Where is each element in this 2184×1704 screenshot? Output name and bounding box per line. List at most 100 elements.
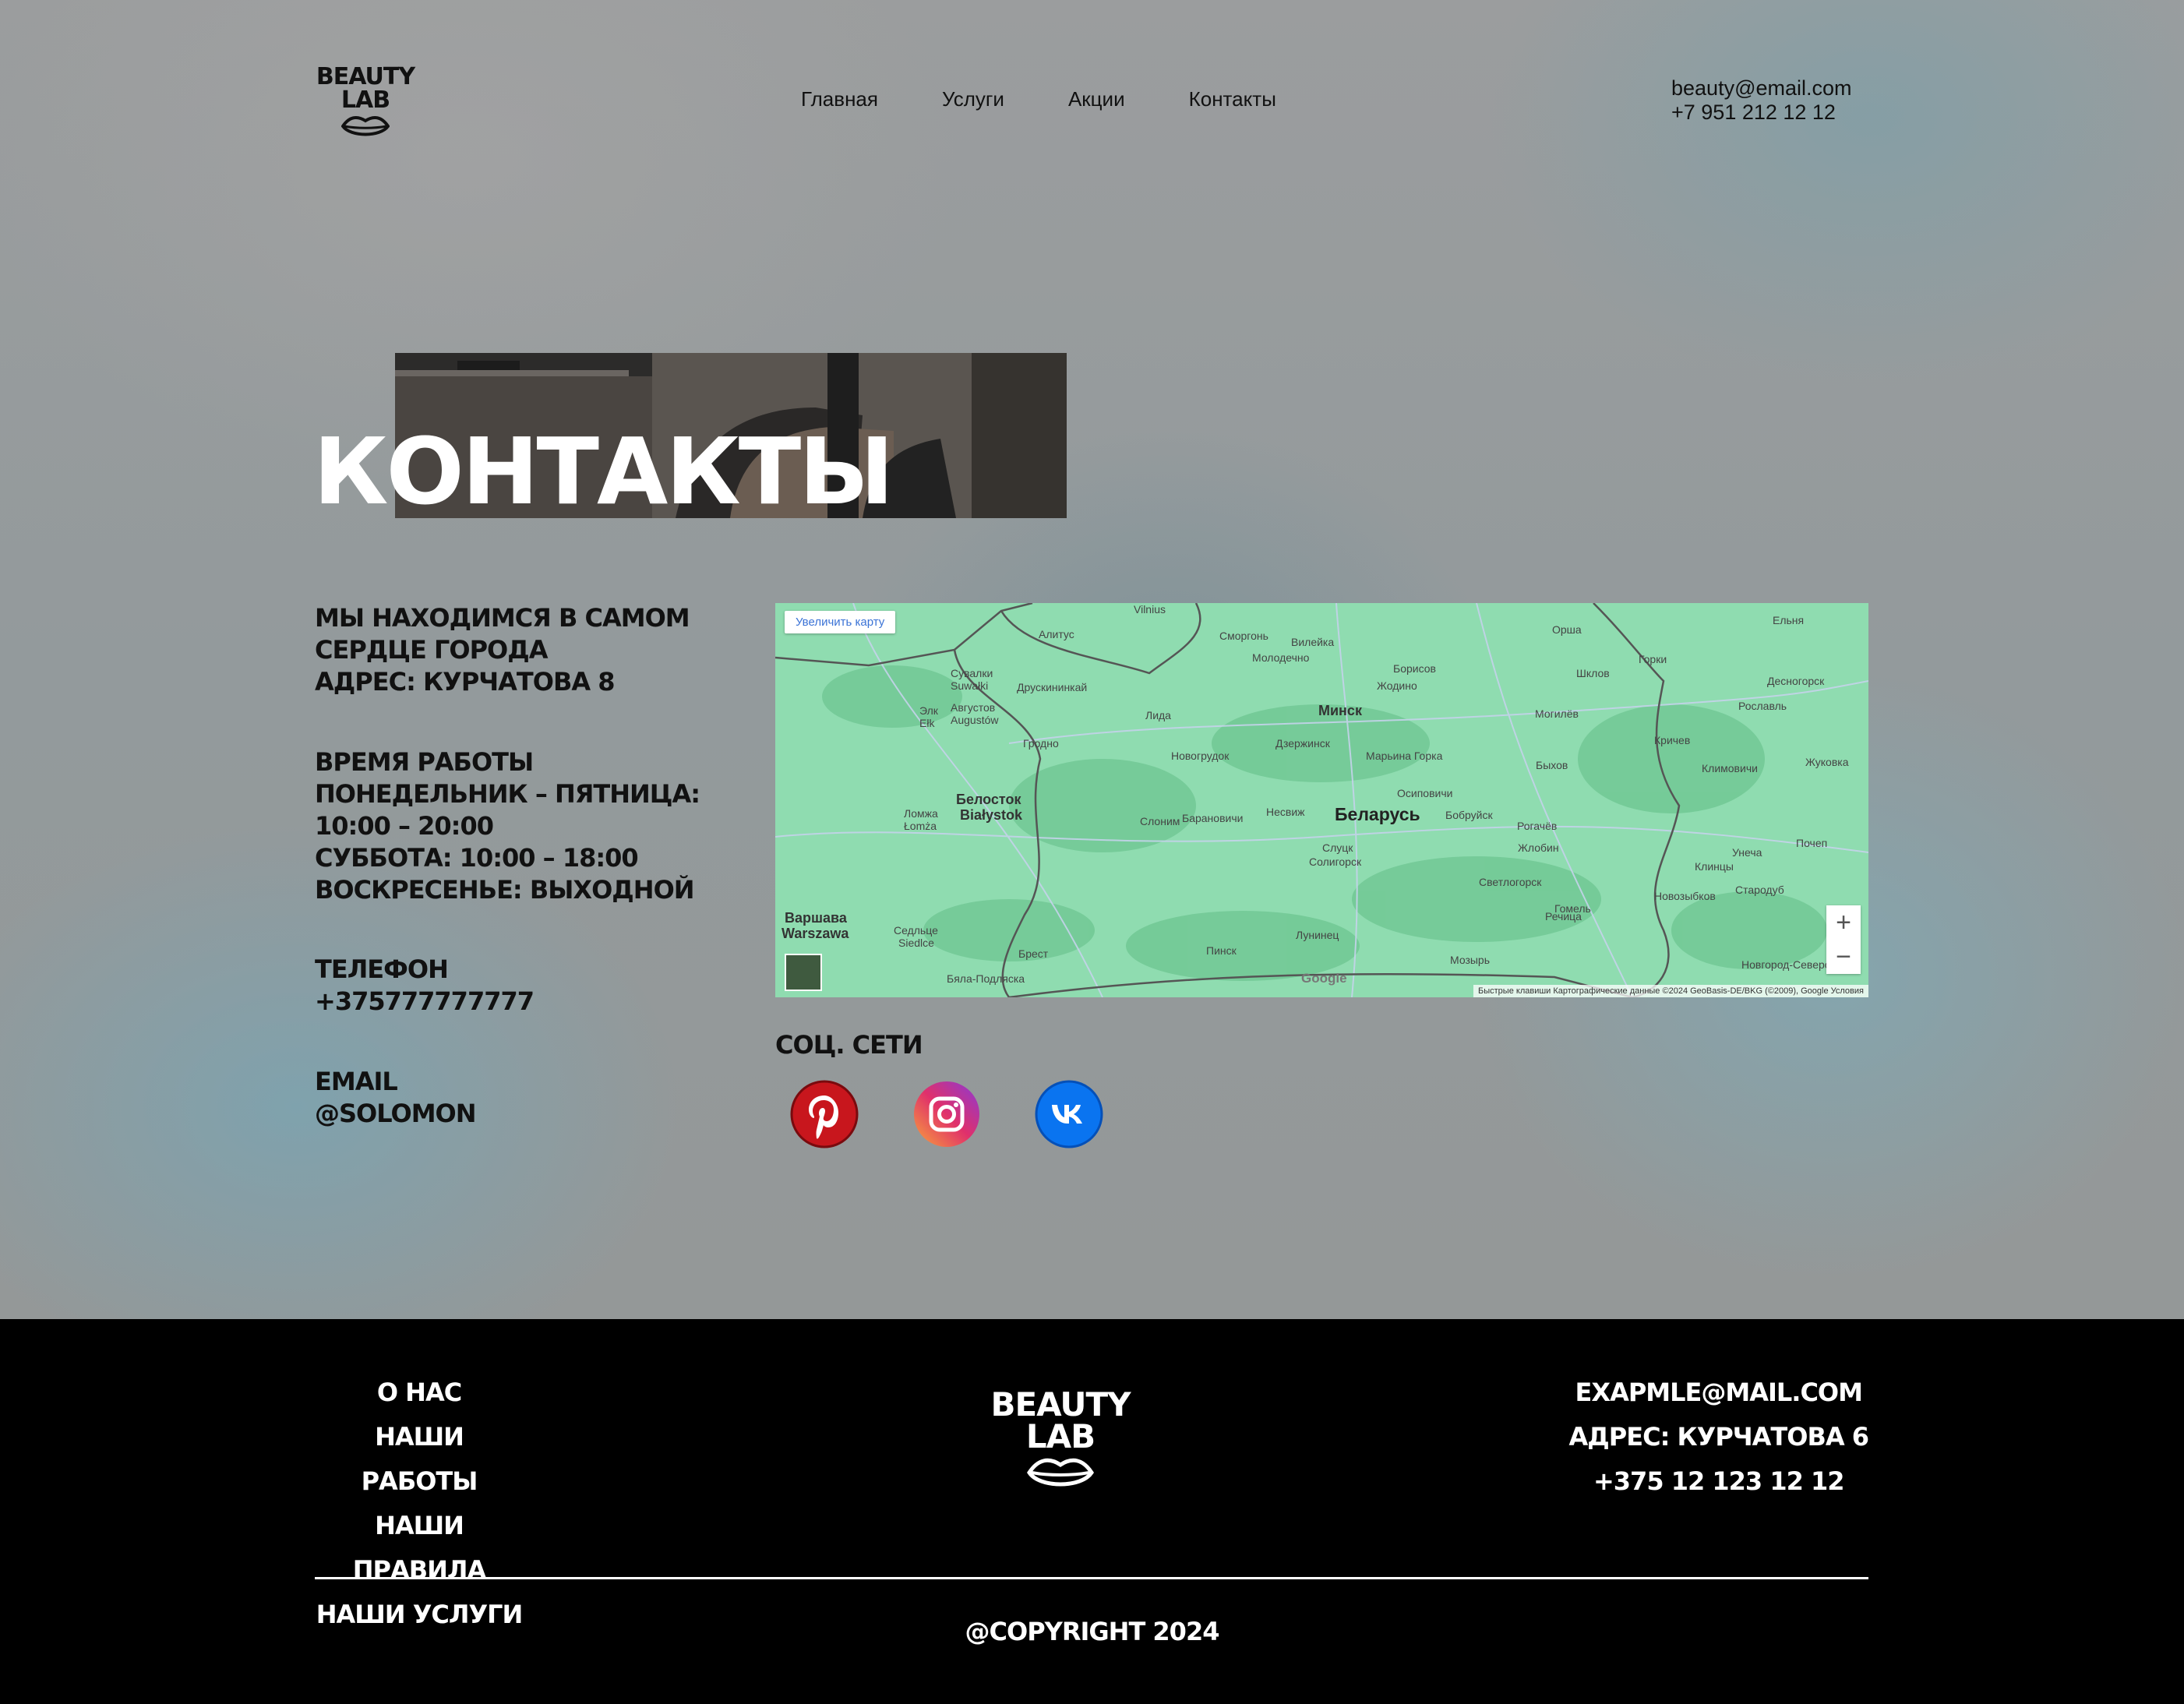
map-label-shklov: Шклов: [1576, 667, 1610, 679]
map-label-suwalki-ru: Сувалки: [951, 667, 993, 679]
footer-logo[interactable]: BEAUTY LAB: [990, 1388, 1131, 1491]
map-label-siedlce-ru: Седльце: [894, 924, 938, 937]
footer: О нас Наши работы Наши правила Наши услу…: [0, 1319, 2184, 1704]
footer-divider: [315, 1577, 1868, 1579]
map-label-zhodino: Жодино: [1377, 679, 1417, 692]
lips-icon: [1027, 1458, 1094, 1487]
hours-sunday: Воскресенье: выходной: [315, 875, 695, 905]
map-label-roslavl: Рославль: [1738, 700, 1787, 712]
header-email[interactable]: beauty@email.com: [1671, 76, 1852, 101]
logo-line-2: LAB: [340, 86, 390, 114]
footer-link-about[interactable]: О нас: [315, 1371, 524, 1415]
map-label-druskininkai: Друскининкай: [1017, 681, 1088, 693]
map-label-molodechno: Молодечно: [1252, 651, 1310, 664]
page-title: Контакты: [313, 418, 894, 525]
map-label-lomza-pl: Łomża: [904, 820, 937, 832]
copyright: @Copyright 2024: [965, 1617, 1220, 1646]
map-label-lomza-ru: Ломжа: [904, 807, 938, 820]
map-label-borisov: Борисов: [1393, 662, 1436, 675]
map-label-elk-pl: Ełk: [919, 717, 935, 729]
phone-block: Телефон +375777777777: [315, 954, 535, 1018]
header-phone[interactable]: +7 951 212 12 12: [1671, 101, 1852, 125]
map-label-slutsk: Слуцк: [1322, 841, 1353, 854]
map-label-bialystok-ru: Белосток: [956, 792, 1021, 807]
email-value[interactable]: @Solomon: [315, 1098, 477, 1130]
map-label-warsaw-ru: Варшава: [785, 910, 847, 926]
footer-logo-line-2: LAB: [1025, 1417, 1096, 1455]
hours-weekdays-label: Понедельник – пятница:: [315, 779, 700, 809]
map-label-luninets: Лунинец: [1296, 929, 1339, 941]
map-zoom-control: + −: [1826, 905, 1861, 974]
pinterest-icon[interactable]: [790, 1080, 859, 1148]
map-label-alytus: Алитус: [1039, 628, 1074, 640]
map-label-zhlobin: Жлобин: [1518, 841, 1559, 854]
map-label-elk-ru: Элк: [919, 704, 938, 717]
map-label-baranovichi: Барановичи: [1182, 812, 1244, 824]
vk-icon[interactable]: [1035, 1080, 1103, 1148]
logo-line-1: BEAUTY: [316, 63, 415, 90]
map-label-brest: Брест: [1018, 947, 1049, 960]
nav-services[interactable]: Услуги: [942, 87, 1004, 111]
social-title: Соц. сети: [775, 1030, 923, 1060]
zoom-out-button[interactable]: −: [1826, 940, 1861, 974]
map-label-biala-podlaska: Бяла-Подляска: [947, 972, 1025, 985]
footer-contact: exapmle@mail.com Адрес: Курчатова 6 +375…: [1569, 1371, 1869, 1504]
map-label-bykhov: Быхов: [1536, 759, 1568, 771]
nav-contacts[interactable]: Контакты: [1189, 87, 1276, 111]
map-label-mozyr: Мозырь: [1450, 954, 1491, 966]
map-label-minsk: Минск: [1318, 703, 1362, 718]
zoom-in-button[interactable]: +: [1826, 905, 1861, 940]
map-label-smorgon: Сморгонь: [1219, 630, 1268, 642]
map-label-grodno: Гродно: [1023, 737, 1059, 750]
nav-promotions[interactable]: Акции: [1068, 87, 1125, 111]
hours-title: Время работы: [315, 747, 534, 777]
map-label-soligorsk: Солигорск: [1309, 856, 1362, 868]
map-label-marina-gorka: Марьина Горка: [1366, 750, 1443, 762]
map-label-novozybkov: Новозыбков: [1654, 890, 1716, 902]
nav-home[interactable]: Главная: [801, 87, 878, 111]
map-label-slonim: Слоним: [1140, 815, 1180, 827]
header-logo[interactable]: BEAUTY LAB: [315, 65, 416, 140]
header-contact: beauty@email.com +7 951 212 12 12: [1671, 76, 1852, 125]
map-label-warsaw-pl: Warszawa: [782, 926, 849, 941]
map-label-klimovichi: Климовичи: [1702, 762, 1758, 774]
map-label-novogrudok: Новогрудок: [1171, 750, 1230, 762]
map-label-krichev: Кричев: [1654, 734, 1691, 746]
location-line-1: Мы находимся в самом: [315, 603, 690, 633]
location-line-2: сердце города: [315, 635, 548, 665]
hours-saturday: Суббота: 10:00 – 18:00: [315, 843, 639, 873]
map-label-vilnius: Vilnius: [1134, 603, 1166, 616]
map-label-pinsk: Пинск: [1206, 944, 1237, 957]
map-label-mogilev: Могилёв: [1535, 707, 1579, 720]
footer-email[interactable]: exapmle@mail.com: [1569, 1371, 1869, 1415]
hours-block: Время работы Понедельник – пятница: 10:0…: [315, 746, 700, 906]
main-nav: Главная Услуги Акции Контакты: [801, 87, 1340, 111]
map-label-augustow-pl: Augustów: [951, 714, 999, 726]
lips-icon: [341, 115, 390, 136]
footer-phone[interactable]: +375 12 123 12 12: [1569, 1459, 1869, 1504]
map-label-zhukovka: Жуковка: [1805, 756, 1849, 768]
map-label-rogachev: Рогачёв: [1517, 820, 1558, 832]
map-embed[interactable]: Увеличить карту Беларусь Минск Белосток …: [775, 603, 1868, 997]
map-label-pochep: Почеп: [1796, 837, 1828, 849]
map-label-belarus: Беларусь: [1335, 804, 1420, 824]
map-label-bobruisk: Бобруйск: [1445, 809, 1493, 821]
map-label-rechitsa: Речица: [1545, 910, 1582, 923]
map-label-unecha: Унеча: [1732, 846, 1762, 859]
google-logo: Google: [1301, 971, 1347, 986]
map-attribution[interactable]: Быстрые клавиши Картографические данные …: [1473, 985, 1868, 997]
map-label-elnya: Ельня: [1773, 614, 1805, 626]
map-label-dzerzhinsk: Дзержинск: [1275, 737, 1330, 750]
phone-value[interactable]: +375777777777: [315, 986, 535, 1018]
instagram-icon[interactable]: [912, 1080, 981, 1148]
map-label-vileyka: Вилейка: [1291, 636, 1335, 648]
map-enlarge-button[interactable]: Увеличить карту: [785, 611, 896, 633]
map-label-klintsy: Клинцы: [1695, 860, 1734, 873]
map-label-orsha: Орша: [1552, 623, 1582, 636]
location-block: Мы находимся в самом сердце города Адрес…: [315, 602, 690, 698]
map-layer-toggle[interactable]: [785, 954, 822, 991]
map-label-siedlce-pl: Siedlce: [898, 937, 934, 949]
map-label-bialystok-pl: Białystok: [960, 807, 1023, 823]
footer-link-works[interactable]: Наши работы: [315, 1415, 524, 1504]
footer-address: Адрес: Курчатова 6: [1568, 1422, 1869, 1452]
